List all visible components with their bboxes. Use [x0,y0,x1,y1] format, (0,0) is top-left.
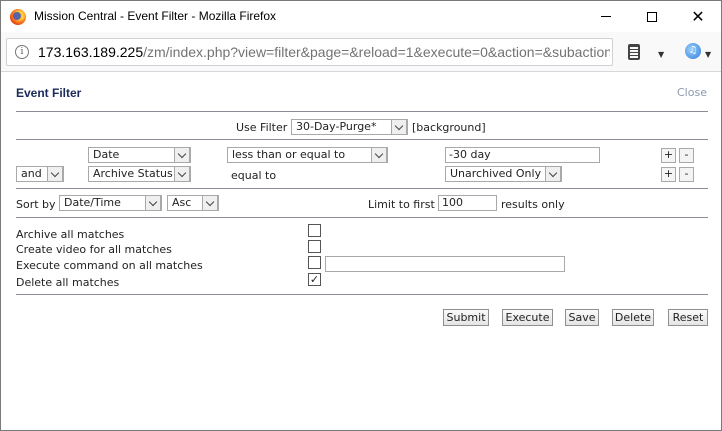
minimize-icon [601,16,611,17]
chevron-down-icon [145,195,161,211]
use-filter-label: Use Filter [236,121,288,134]
address-field[interactable]: i 173.163.189.225/zm/index.php?view=filt… [6,38,613,66]
window-title: Mission Central - Event Filter - Mozilla… [34,9,277,23]
create-video-checkbox[interactable] [308,240,321,253]
limit-label: Limit to first [368,198,435,211]
term-1-operator-value: less than or equal to [232,148,346,161]
term-2-value: Unarchived Only [450,167,542,180]
chevron-down-icon [47,166,63,182]
chevron-down-icon [174,166,190,182]
term-2-remove-button[interactable]: - [679,167,694,182]
term-1-add-button[interactable]: + [661,148,676,163]
chevron-down-icon [371,147,387,163]
term-2-conjunction-select[interactable]: and [16,166,64,182]
sort-direction-select[interactable]: Asc [167,195,219,211]
chevron-down-icon[interactable]: ▼ [658,50,664,59]
execute-command-label: Execute command on all matches [16,259,203,272]
maximize-button[interactable] [629,1,675,32]
chevron-down-icon [174,147,190,163]
execute-command-checkbox[interactable] [308,256,321,269]
sort-direction-value: Asc [172,196,192,209]
term-2-value-select[interactable]: Unarchived Only [445,166,562,182]
term-2-attribute-select[interactable]: Archive Status [88,166,191,182]
chevron-down-icon [202,195,218,211]
maximize-icon [647,11,657,22]
divider [16,294,708,295]
term-2-attribute-value: Archive Status [93,167,173,180]
submit-button[interactable]: Submit [443,309,489,326]
use-filter-select[interactable]: 30-Day-Purge* [291,119,408,135]
minimize-button[interactable] [583,1,629,32]
use-filter-value: 30-Day-Purge* [296,120,377,133]
info-icon[interactable]: i [15,45,29,59]
archive-all-label: Archive all matches [16,228,125,241]
sort-field-value: Date/Time [64,196,121,209]
term-1-value-input[interactable]: -30 day [445,147,600,163]
title-bar: Mission Central - Event Filter - Mozilla… [1,1,721,32]
execute-command-input[interactable] [325,256,565,272]
delete-all-label: Delete all matches [16,276,120,289]
create-video-label: Create video for all matches [16,243,172,256]
check-icon: ✓ [309,273,320,286]
term-1-operator-select[interactable]: less than or equal to [227,147,388,163]
background-tag: [background] [412,121,486,134]
term-1-attribute-value: Date [93,148,120,161]
limit-suffix: results only [501,198,565,211]
chevron-down-icon[interactable]: ▼ [705,50,711,59]
term-1-remove-button[interactable]: - [679,148,694,163]
firefox-logo-icon [10,9,26,25]
clipboard-icon[interactable] [628,44,640,60]
term-1-attribute-select[interactable]: Date [88,147,191,163]
sort-by-label: Sort by [16,198,56,211]
delete-button[interactable]: Delete [612,309,654,326]
divider [16,111,708,112]
term-2-add-button[interactable]: + [661,167,676,182]
archive-all-checkbox[interactable] [308,224,321,237]
delete-all-checkbox[interactable]: ✓ [308,273,321,286]
divider [16,139,708,140]
url-bar: i 173.163.189.225/zm/index.php?view=filt… [1,32,721,72]
sort-field-select[interactable]: Date/Time [59,195,162,211]
divider [16,217,708,218]
execute-button[interactable]: Execute [502,309,553,326]
chevron-down-icon [545,166,561,182]
term-2-operator-label: equal to [231,169,277,182]
music-icon[interactable]: ♫ [685,43,701,59]
close-window-button[interactable]: ✕ [675,1,721,32]
save-button[interactable]: Save [565,309,599,326]
divider [16,188,708,189]
browser-window: Mission Central - Event Filter - Mozilla… [0,0,722,431]
address-text: 173.163.189.225/zm/index.php?view=filter… [38,44,610,60]
term-2-conjunction-value: and [21,167,42,180]
close-link[interactable]: Close [677,86,707,99]
chevron-down-icon [391,119,407,135]
page-title: Event Filter [16,86,82,100]
url-host: 173.163.189.225 [38,44,144,60]
reset-button[interactable]: Reset [668,309,708,326]
limit-input[interactable]: 100 [438,195,497,211]
url-path: /zm/index.php?view=filter&page=&reload=1… [143,44,610,60]
